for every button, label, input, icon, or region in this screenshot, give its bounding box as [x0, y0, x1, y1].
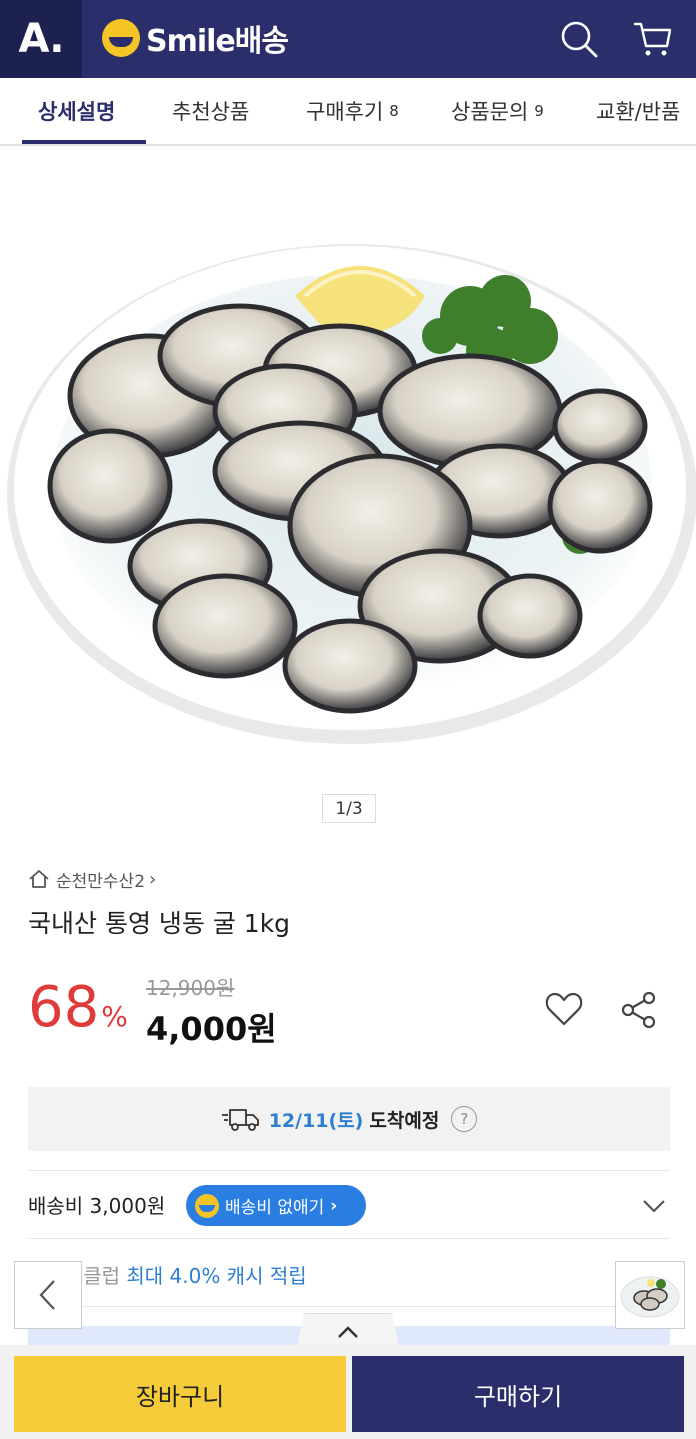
truck-icon: [221, 1109, 259, 1131]
back-button[interactable]: [14, 1261, 82, 1329]
delivery-label: 도착예정: [369, 1109, 440, 1132]
buy-now-button[interactable]: 구매하기: [352, 1356, 684, 1432]
remove-shipping-fee-button[interactable]: 배송비 없애기 ›: [186, 1185, 366, 1226]
add-to-cart-button[interactable]: 장바구니: [14, 1356, 346, 1432]
smile-icon: [195, 1193, 219, 1218]
search-icon[interactable]: [558, 18, 600, 60]
tab-exchange-return[interactable]: 교환/반품: [596, 78, 680, 144]
tab-reviews[interactable]: 구매후기 8: [306, 78, 399, 144]
app-header: A. Smile배송: [0, 0, 696, 78]
detail-tabs: 상세설명 추천상품 구매후기 8 상품문의 9 교환/반품: [0, 78, 696, 146]
product-image[interactable]: [0, 146, 696, 786]
tab-inquiries[interactable]: 상품문의 9: [451, 78, 544, 144]
chevron-left-icon: [39, 1280, 55, 1310]
smile-icon: [102, 19, 140, 57]
seller-name: 순천만수산2: [56, 871, 146, 892]
oyster-thumbnail-image: [620, 1276, 680, 1318]
divider: [28, 1170, 670, 1171]
smile-delivery-label: Smile배송: [146, 24, 289, 59]
review-count: 8: [389, 102, 399, 120]
tab-description[interactable]: 상세설명: [38, 78, 115, 144]
sale-price: 4,000원: [146, 1010, 277, 1048]
divider: [28, 1238, 670, 1239]
delivery-date: 12/11(토): [268, 1109, 364, 1132]
delivery-estimate: 12/11(토) 도착예정 ?: [28, 1087, 670, 1151]
share-icon[interactable]: [620, 990, 658, 1030]
discount-rate: 68%: [28, 975, 128, 1040]
seller-link[interactable]: 순천만수산2 ›: [28, 866, 156, 892]
heart-icon[interactable]: [544, 990, 584, 1028]
chevron-up-icon: [338, 1325, 358, 1338]
original-price: 12,900원: [146, 976, 235, 1000]
active-tab-indicator: [22, 140, 146, 144]
home-icon: [29, 870, 49, 888]
chevron-down-icon[interactable]: [640, 1192, 668, 1220]
cart-icon[interactable]: [632, 18, 674, 60]
smile-delivery-logo[interactable]: Smile배송: [102, 18, 289, 59]
auction-logo[interactable]: A.: [0, 0, 82, 78]
shipping-fee: 배송비 3,000원: [28, 1194, 166, 1218]
image-page-indicator: 1/3: [322, 794, 376, 823]
product-title: 국내산 통영 냉동 굴 1kg: [28, 909, 291, 938]
inquiry-count: 9: [534, 102, 544, 120]
chevron-right-icon: ›: [330, 1195, 338, 1216]
chevron-right-icon: ›: [149, 868, 157, 890]
recent-product-thumbnail[interactable]: [615, 1261, 685, 1329]
tab-recommended[interactable]: 추천상품: [172, 78, 249, 144]
divider: [28, 1306, 670, 1307]
help-icon[interactable]: ?: [451, 1106, 478, 1132]
scroll-up-button[interactable]: [296, 1313, 400, 1349]
